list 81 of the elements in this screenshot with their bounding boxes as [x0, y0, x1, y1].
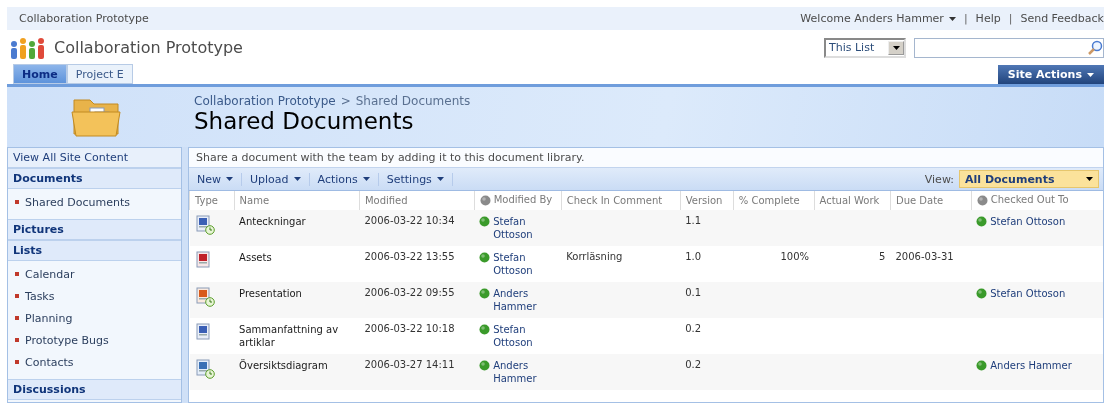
toolbar-menu[interactable]: Actions [309, 172, 379, 186]
top-link[interactable]: Send Feedback [1020, 12, 1104, 25]
nav-tab[interactable]: Home [13, 64, 67, 84]
user-link[interactable]: Stefan Ottoson [493, 215, 557, 241]
caret-icon [226, 177, 233, 181]
separator: | [963, 12, 968, 25]
presence-icon [976, 288, 988, 299]
table-cell: 2006-03-22 10:34 [364, 215, 455, 226]
caret-icon [362, 177, 370, 181]
table-cell: 1.0 [685, 251, 702, 262]
caret-icon [948, 16, 956, 21]
document-link[interactable]: Översiktsdiagram [239, 359, 355, 372]
presence-icon [479, 216, 491, 227]
search-field[interactable] [914, 37, 1104, 58]
caret-icon [1086, 177, 1093, 181]
presence-icon [479, 194, 491, 206]
nav-heading[interactable]: Documents [8, 168, 181, 189]
nav-heading[interactable]: Discussions [8, 379, 181, 400]
table-cell: 5 [879, 251, 886, 262]
user-link[interactable]: Stefan Ottoson [493, 323, 557, 349]
presence-icon [479, 288, 491, 299]
user-link[interactable]: Stefan Ottoson [493, 251, 557, 277]
people-logo-icon [10, 35, 44, 60]
nav-link[interactable]: View All Site Content [8, 148, 181, 168]
scope-dropdown[interactable]: This List [824, 37, 906, 58]
view-label: View: [924, 172, 954, 186]
caret-icon [892, 45, 900, 50]
presence-icon [479, 324, 491, 335]
document-link[interactable]: Sammanfattning av artiklar [239, 323, 355, 349]
presence-icon [976, 360, 988, 371]
table-cell: 0.2 [685, 323, 702, 334]
table-cell: 1.1 [685, 215, 702, 226]
document-link[interactable]: Anteckningar [239, 215, 355, 228]
table-cell: 0.2 [685, 359, 702, 370]
site-actions-menu[interactable]: Site Actions [997, 65, 1104, 84]
table-cell: 2006-03-22 13:55 [364, 251, 455, 262]
nav-heading[interactable]: Lists [8, 240, 181, 261]
user-link[interactable]: Anders Hammer [493, 287, 557, 313]
user-link[interactable]: Stefan Ottoson [990, 287, 1066, 300]
nav-item[interactable]: Tasks [8, 285, 181, 307]
library-description: Share a document with the team by adding it to this document library. [189, 148, 1103, 168]
caret-icon [293, 177, 301, 181]
nav-item[interactable]: Prototype Bugs [8, 329, 181, 351]
presence-icon [479, 360, 491, 371]
breadcrumb-link[interactable]: Collaboration Prototype [194, 94, 336, 108]
table-cell: 2006-03-31 [895, 251, 954, 262]
document-link[interactable]: Assets [239, 251, 355, 264]
search-icon[interactable] [1087, 39, 1103, 56]
presence-icon [976, 216, 988, 227]
separator: | [1008, 12, 1013, 25]
table-cell: 2006-03-22 09:55 [364, 287, 455, 298]
toolbar-menu[interactable]: Settings [378, 172, 453, 186]
nav-item[interactable]: Planning [8, 307, 181, 329]
caret-icon [436, 177, 444, 181]
toolbar-menu[interactable]: New [189, 172, 242, 186]
user-link[interactable]: Anders Hammer [990, 359, 1072, 372]
top-link[interactable]: Help [975, 12, 1001, 25]
site-title: Collaboration Prototype [54, 38, 243, 57]
nav-heading[interactable]: Pictures [8, 219, 181, 240]
page-title: Shared Documents [194, 108, 415, 134]
nav-item[interactable]: Calendar [8, 263, 181, 285]
presence-icon [976, 194, 988, 206]
presence-icon [479, 252, 491, 263]
nav-item[interactable]: Contacts [8, 351, 181, 373]
table-cell: 2006-03-22 10:18 [364, 323, 455, 334]
table-cell: 2006-03-27 14:11 [364, 359, 455, 370]
breadcrumb-separator: > [340, 94, 351, 108]
table-cell: 0.1 [685, 287, 702, 298]
toolbar-menu[interactable]: Upload [242, 172, 310, 186]
document-link[interactable]: Presentation [239, 287, 355, 300]
user-link[interactable]: Anders Hammer [493, 359, 557, 385]
nav-item[interactable]: Shared Documents [8, 191, 181, 213]
site-name: Collaboration Prototype [19, 12, 149, 25]
user-link[interactable]: Stefan Ottoson [990, 215, 1066, 228]
breadcrumb-current: Shared Documents [355, 94, 471, 108]
nav-tab[interactable]: Project E [66, 64, 133, 84]
welcome-menu[interactable]: Welcome Anders Hammer [800, 12, 956, 25]
table-cell: 100% [780, 251, 809, 262]
caret-icon [1087, 72, 1094, 77]
table-cell: Korrläsning [566, 251, 623, 262]
view-dropdown[interactable]: All Documents [959, 170, 1099, 188]
